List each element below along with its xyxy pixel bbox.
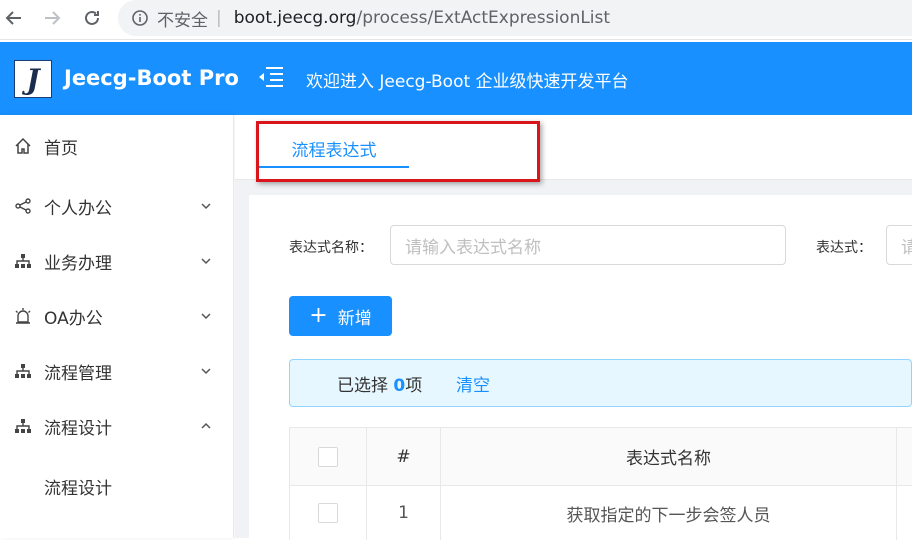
share-icon xyxy=(14,197,32,215)
app-header: J Jeecg-Boot Pro 欢迎进入 Jeecg-Boot 企业级快速开发… xyxy=(0,42,912,115)
sidebar-item-business[interactable]: 业务办理 xyxy=(0,241,234,281)
chevron-down-icon xyxy=(201,313,211,320)
reload-icon xyxy=(85,10,99,25)
row-extra-cell xyxy=(897,486,912,540)
sitemap-icon xyxy=(14,362,32,380)
sidebar-item-label: 流程管理 xyxy=(44,363,112,384)
sidebar-item-label: 首页 xyxy=(44,138,78,159)
sidebar-item-label: 业务办理 xyxy=(44,253,112,274)
arrow-left-icon xyxy=(5,11,21,25)
sidebar-item-label: 个人办公 xyxy=(44,198,112,219)
expression-table: # 表达式名称 1 获取指定的下一步会签人员 xyxy=(289,427,912,540)
sidebar: 首页 个人办公 业务办理 OA办公 流程管理 流程设计 流程设计 xyxy=(0,115,234,538)
sitemap-icon xyxy=(14,417,32,435)
address-bar[interactable]: 不安全 | boot.jeecg.org /process/ExtActExpr… xyxy=(118,0,912,36)
expression-name-input[interactable]: 请输入表达式名称 xyxy=(390,225,786,265)
submenu-item-process-design[interactable]: 流程设计 xyxy=(0,466,234,506)
header-name-cell: 表达式名称 xyxy=(441,428,897,485)
alarm-icon xyxy=(14,307,32,325)
chevron-up-icon xyxy=(201,422,211,429)
expression-input[interactable]: 请 xyxy=(886,225,912,265)
add-button-label: 新增 xyxy=(337,308,372,329)
selection-info: 已选择 0项 xyxy=(337,371,422,396)
chevron-down-icon xyxy=(201,258,211,265)
column-header-name: 表达式名称 xyxy=(626,449,711,469)
url-host: boot.jeecg.org xyxy=(233,8,357,28)
sidebar-item-process-management[interactable]: 流程管理 xyxy=(0,351,234,391)
annotation-highlight-box xyxy=(256,121,540,182)
forward-button[interactable] xyxy=(40,6,64,30)
add-button[interactable]: + 新增 xyxy=(289,296,392,336)
app-logo: J xyxy=(14,60,52,98)
browser-toolbar: 不安全 | boot.jeecg.org /process/ExtActExpr… xyxy=(0,0,912,40)
select-all-checkbox[interactable] xyxy=(318,446,338,467)
row-index: 1 xyxy=(398,503,409,523)
back-button[interactable] xyxy=(2,6,26,30)
plus-icon: + xyxy=(309,303,328,328)
expression-name-placeholder: 请输入表达式名称 xyxy=(405,237,541,258)
sidebar-item-personal-office[interactable]: 个人办公 xyxy=(0,186,234,226)
reload-button[interactable] xyxy=(80,6,104,30)
sidebar-item-process-design[interactable]: 流程设计 xyxy=(0,406,234,446)
sidebar-item-label: 流程设计 xyxy=(44,418,112,439)
table-header-row: # 表达式名称 xyxy=(289,428,912,486)
app-title: Jeecg-Boot Pro xyxy=(64,66,239,90)
submenu-item-label: 流程设计 xyxy=(44,478,112,499)
home-icon xyxy=(14,137,32,155)
url-separator: | xyxy=(216,8,222,28)
row-index-cell: 1 xyxy=(367,486,441,540)
sitemap-icon xyxy=(14,252,32,270)
column-header-index: # xyxy=(396,446,411,467)
expression-label: 表达式： xyxy=(816,240,872,256)
selection-count: 0 xyxy=(393,375,406,396)
expression-placeholder: 请 xyxy=(901,237,912,258)
security-label: 不安全 xyxy=(157,10,208,31)
table-row[interactable]: 1 获取指定的下一步会签人员 xyxy=(289,486,912,540)
selection-suffix: 项 xyxy=(405,375,423,396)
row-checkbox[interactable] xyxy=(318,503,338,523)
expression-name-label: 表达式名称： xyxy=(289,240,373,256)
clear-selection-link[interactable]: 清空 xyxy=(456,371,490,396)
chevron-down-icon xyxy=(201,368,211,375)
sidebar-item-label: OA办公 xyxy=(44,308,103,329)
menu-fold-icon xyxy=(259,67,283,87)
header-extra-cell xyxy=(897,428,912,485)
info-icon[interactable] xyxy=(132,10,148,26)
selection-alert: 已选择 0项 清空 xyxy=(289,359,912,407)
sidebar-item-home[interactable]: 首页 xyxy=(0,126,234,166)
menu-fold-button[interactable] xyxy=(258,66,284,92)
welcome-text: 欢迎进入 Jeecg-Boot 企业级快速开发平台 xyxy=(306,72,629,92)
row-select-cell xyxy=(289,486,367,540)
header-select-cell xyxy=(289,428,367,485)
chevron-down-icon xyxy=(201,203,211,210)
row-expression-name: 获取指定的下一步会签人员 xyxy=(566,505,771,526)
arrow-right-icon xyxy=(45,11,61,25)
logo-letter: J xyxy=(26,62,40,96)
sidebar-item-oa[interactable]: OA办公 xyxy=(0,296,234,336)
row-name-cell: 获取指定的下一步会签人员 xyxy=(441,486,897,540)
url-path: /process/ExtActExpressionList xyxy=(356,8,611,28)
selection-prefix: 已选择 xyxy=(337,375,388,396)
header-index-cell: # xyxy=(367,428,441,485)
